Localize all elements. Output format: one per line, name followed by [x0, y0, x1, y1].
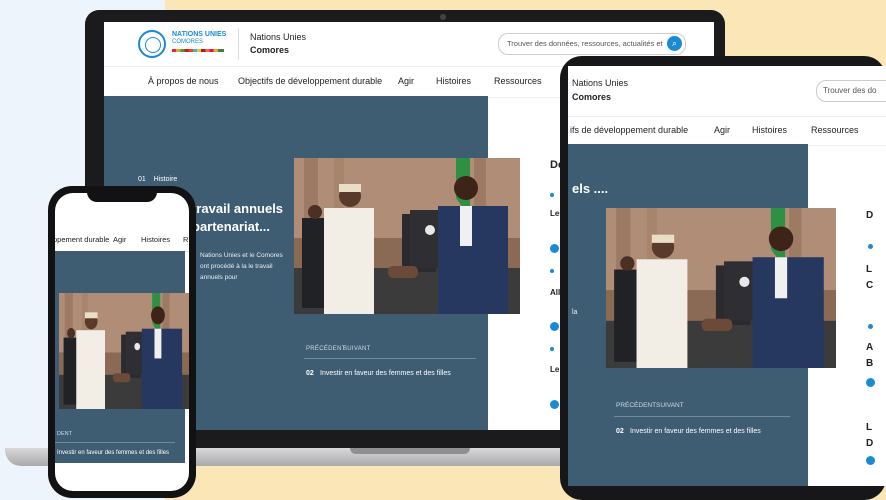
- sidebar-item[interactable]: A B: [866, 340, 878, 372]
- hero-photo: [606, 208, 836, 368]
- arrow-icon[interactable]: [866, 378, 875, 387]
- next-story-link[interactable]: Investir en faveur des femmes et des fil…: [630, 428, 761, 435]
- nav-sdg[interactable]: ppement durable: [55, 235, 109, 244]
- nav-act[interactable]: Agir: [398, 76, 414, 86]
- next-story-number: 02: [616, 428, 624, 435]
- sidebar-bullet: [550, 269, 554, 273]
- nav-resources[interactable]: Ressources: [811, 125, 859, 135]
- header-divider: [238, 28, 239, 60]
- hero-photo: [59, 293, 189, 409]
- sidebar-item[interactable]: L C: [866, 262, 878, 294]
- prev-button[interactable]: PRÉCÉDENT: [306, 346, 346, 352]
- sidebar-item[interactable]: L D: [866, 420, 878, 452]
- nav-resources[interactable]: Ressources: [494, 76, 542, 86]
- nav-stories[interactable]: Histoires: [141, 235, 170, 244]
- search-input[interactable]: Trouver des données, ressources, actuali…: [498, 33, 686, 55]
- next-story-link[interactable]: Investir en faveur des femmes et des fil…: [320, 370, 451, 377]
- sidebar-bullet: [550, 193, 554, 197]
- org-name: Nations Unies: [250, 32, 307, 42]
- nav-sdg[interactable]: Objectifs de développement durable: [238, 76, 382, 86]
- laptop-camera: [440, 14, 446, 20]
- story-index: 01 Histoire: [138, 176, 178, 183]
- nav-act[interactable]: Agir: [714, 125, 730, 135]
- logo-subtext: COMORES: [172, 39, 204, 45]
- main-nav: ppement durable Agir Histoires R: [55, 231, 189, 252]
- prev-button[interactable]: PRÉCÉDENT: [616, 402, 656, 409]
- logo-text[interactable]: NATIONS UNIES: [172, 31, 226, 38]
- sidebar-title: D: [866, 210, 874, 221]
- arrow-icon[interactable]: [550, 244, 559, 253]
- un-emblem-icon[interactable]: [138, 30, 166, 58]
- main-nav: ifs de développement durable Agir Histoi…: [568, 116, 886, 146]
- nav-stories[interactable]: Histoires: [436, 76, 471, 86]
- hero-divider: [304, 358, 476, 359]
- hero-title[interactable]: els ....: [572, 179, 608, 199]
- org-country: Comores: [250, 45, 290, 55]
- sidebar-bullet: [868, 244, 873, 249]
- phone-notch: [87, 190, 157, 202]
- tablet-screen: Nations Unies Comores Trouver des do ifs…: [568, 66, 886, 486]
- search-icon[interactable]: ⌕: [667, 36, 682, 51]
- arrow-icon[interactable]: [550, 322, 559, 331]
- search-input[interactable]: Trouver des do: [816, 80, 886, 102]
- sdg-color-bar: [172, 49, 224, 52]
- nav-resources[interactable]: R: [183, 235, 188, 244]
- phone-screen: ppement durable Agir Histoires R DENT In…: [55, 193, 189, 491]
- prev-button[interactable]: DENT: [57, 431, 72, 437]
- hero-photo: [294, 158, 520, 314]
- nav-sdg[interactable]: ifs de développement durable: [570, 125, 688, 135]
- sidebar-bullet: [550, 347, 554, 351]
- hero-divider: [614, 416, 790, 417]
- next-button[interactable]: SUIVANT: [343, 346, 371, 352]
- arrow-icon[interactable]: [550, 400, 559, 409]
- next-story-number: 02: [306, 370, 314, 377]
- next-story-link[interactable]: Investir en faveur des femmes et des fil…: [57, 450, 169, 456]
- org-name: Nations Unies: [572, 78, 629, 88]
- search-placeholder: Trouver des données, ressources, actuali…: [507, 39, 663, 48]
- arrow-icon[interactable]: [866, 456, 875, 465]
- laptop-notch: [350, 448, 470, 454]
- next-button[interactable]: SUIVANT: [656, 402, 684, 409]
- sidebar-bullet: [868, 324, 873, 329]
- hero-divider: [55, 442, 175, 443]
- search-placeholder: Trouver des do: [823, 86, 877, 95]
- hero-title[interactable]: travail annuels partenariat...: [192, 200, 292, 236]
- nav-about[interactable]: À propos de nous: [148, 76, 219, 86]
- hero-body: la: [572, 309, 578, 316]
- nav-stories[interactable]: Histoires: [752, 125, 787, 135]
- org-country: Comores: [572, 92, 612, 102]
- nav-act[interactable]: Agir: [113, 235, 126, 244]
- hero-body: Nations Unies et le Comores ont procédé …: [200, 252, 283, 281]
